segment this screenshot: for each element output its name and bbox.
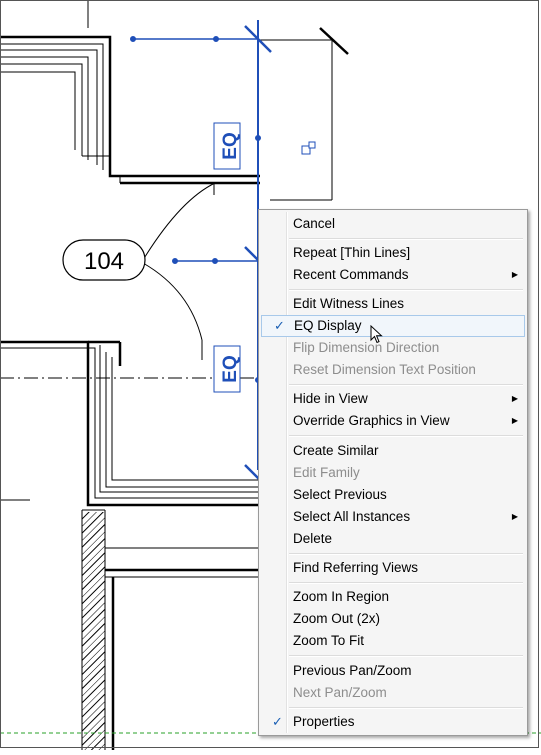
submenu-arrow-icon: ▶ xyxy=(511,394,518,403)
menu-item-label: Recent Commands xyxy=(293,267,409,282)
menu-item-zoom-to-fit[interactable]: Zoom To Fit xyxy=(260,630,526,652)
menu-separator xyxy=(289,289,523,291)
mouse-cursor-icon xyxy=(370,325,383,344)
menu-item-label: Reset Dimension Text Position xyxy=(293,362,476,377)
menu-item-previous-pan-zoom[interactable]: Previous Pan/Zoom xyxy=(260,660,526,682)
submenu-arrow-icon: ▶ xyxy=(511,270,518,279)
menu-item-find-referring-views[interactable]: Find Referring Views xyxy=(260,557,526,579)
menu-item-next-pan-zoom[interactable]: Next Pan/Zoom xyxy=(260,682,526,704)
room-tag[interactable]: 104 xyxy=(62,239,146,281)
menu-item-hide-in-view[interactable]: Hide in View ▶ xyxy=(260,388,526,410)
eq-label-lower[interactable]: EQ xyxy=(213,345,241,393)
check-icon: ✓ xyxy=(272,714,283,729)
menu-separator xyxy=(289,582,523,584)
menu-item-label: Previous Pan/Zoom xyxy=(293,663,412,678)
menu-item-label: Properties xyxy=(293,714,355,729)
menu-item-label: Edit Family xyxy=(293,465,360,480)
menu-separator xyxy=(289,435,523,437)
menu-item-label: Hide in View xyxy=(293,391,368,406)
menu-item-label: Select All Instances xyxy=(293,509,411,524)
menu-item-label: Next Pan/Zoom xyxy=(293,685,387,700)
menu-item-label: Override Graphics in View xyxy=(293,413,450,428)
witness-tick xyxy=(319,27,349,55)
menu-item-label: EQ Display xyxy=(294,318,362,333)
check-icon: ✓ xyxy=(274,318,285,333)
menu-separator xyxy=(289,655,523,657)
menu-item-override-graphics[interactable]: Override Graphics in View ▶ xyxy=(260,410,526,432)
dimension-string[interactable] xyxy=(130,20,272,483)
menu-item-label: Zoom In Region xyxy=(293,589,390,604)
eq-text: EQ xyxy=(220,132,241,159)
room-tag-number: 104 xyxy=(84,248,124,275)
menu-item-flip-dimension-direction[interactable]: Flip Dimension Direction xyxy=(260,337,526,359)
door-swing xyxy=(142,182,216,360)
eq-text: EQ xyxy=(220,355,241,382)
menu-item-zoom-out[interactable]: Zoom Out (2x) xyxy=(260,608,526,630)
menu-item-label: Cancel xyxy=(293,216,336,231)
eq-label-upper[interactable]: EQ xyxy=(213,122,241,170)
menu-separator xyxy=(289,384,523,386)
menu-item-create-similar[interactable]: Create Similar xyxy=(260,440,526,462)
menu-item-label: Zoom To Fit xyxy=(293,633,365,648)
submenu-arrow-icon: ▶ xyxy=(511,512,518,521)
reference-lines xyxy=(87,0,333,201)
menu-item-label: Select Previous xyxy=(293,487,387,502)
submenu-arrow-icon: ▶ xyxy=(511,416,518,425)
menu-item-zoom-in-region[interactable]: Zoom In Region xyxy=(260,586,526,608)
menu-item-repeat[interactable]: Repeat [Thin Lines] xyxy=(260,242,526,264)
menu-item-select-previous[interactable]: Select Previous xyxy=(260,484,526,506)
drag-grip-icon[interactable] xyxy=(301,141,316,155)
menu-item-properties[interactable]: ✓ Properties xyxy=(260,711,526,733)
menu-item-label: Flip Dimension Direction xyxy=(293,340,440,355)
wall-hatch xyxy=(82,512,105,750)
context-menu: Cancel Repeat [Thin Lines] Recent Comman… xyxy=(258,209,528,736)
menu-item-label: Edit Witness Lines xyxy=(293,296,405,311)
menu-separator xyxy=(289,707,523,709)
menu-item-eq-display[interactable]: ✓ EQ Display xyxy=(261,315,525,337)
lower-wall xyxy=(0,340,260,750)
menu-separator xyxy=(289,238,523,240)
menu-separator xyxy=(289,553,523,555)
menu-item-label: Repeat [Thin Lines] xyxy=(293,245,411,260)
menu-item-cancel[interactable]: Cancel xyxy=(260,213,526,235)
menu-item-recent-commands[interactable]: Recent Commands ▶ xyxy=(260,264,526,286)
menu-item-label: Find Referring Views xyxy=(293,560,419,575)
menu-item-label: Create Similar xyxy=(293,443,379,458)
menu-item-select-all-instances[interactable]: Select All Instances ▶ xyxy=(260,506,526,528)
menu-item-label: Zoom Out (2x) xyxy=(293,611,381,626)
menu-item-delete[interactable]: Delete xyxy=(260,528,526,550)
menu-item-label: Delete xyxy=(293,531,333,546)
menu-item-reset-dimension-text-position[interactable]: Reset Dimension Text Position xyxy=(260,359,526,381)
menu-item-edit-family[interactable]: Edit Family xyxy=(260,462,526,484)
menu-item-edit-witness-lines[interactable]: Edit Witness Lines xyxy=(260,293,526,315)
